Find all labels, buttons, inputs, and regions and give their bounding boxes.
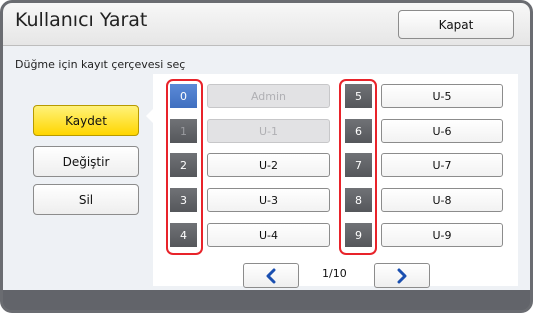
slot-name-7[interactable]: U-7 (381, 153, 503, 177)
next-page-button[interactable] (374, 263, 430, 288)
slot-name-1: U-1 (207, 119, 330, 143)
delete-button[interactable]: Sil (33, 184, 139, 215)
slot-name-8[interactable]: U-8 (381, 188, 503, 212)
save-button[interactable]: Kaydet (33, 105, 139, 136)
slot-name-4[interactable]: U-4 (207, 223, 330, 247)
number-column-highlight-right (339, 79, 377, 255)
instruction-text: Düğme için kayıt çerçevesi seç (15, 58, 186, 71)
slot-name-2[interactable]: U-2 (207, 153, 330, 177)
close-button[interactable]: Kapat (398, 10, 514, 39)
number-column-highlight-left (166, 79, 203, 255)
change-button[interactable]: Değiştir (33, 146, 139, 177)
dialog-title: Kullanıcı Yarat (15, 9, 148, 31)
dialog-content: Düğme için kayıt çerçevesi seç Kaydet De… (3, 46, 530, 290)
chevron-left-icon (266, 268, 276, 283)
slot-name-0: Admin (207, 84, 330, 108)
slot-name-5[interactable]: U-5 (381, 84, 503, 108)
previous-page-button[interactable] (243, 263, 299, 288)
dialog-header: Kullanıcı Yarat Kapat (3, 3, 530, 45)
chevron-right-icon (397, 268, 407, 283)
slot-name-6[interactable]: U-6 (381, 119, 503, 143)
dialog-frame: Kullanıcı Yarat Kapat Düğme için kayıt ç… (0, 0, 533, 313)
dialog-footer (3, 290, 530, 310)
slot-name-9[interactable]: U-9 (381, 223, 503, 247)
slot-name-3[interactable]: U-3 (207, 188, 330, 212)
page-indicator: 1/10 (322, 267, 347, 280)
